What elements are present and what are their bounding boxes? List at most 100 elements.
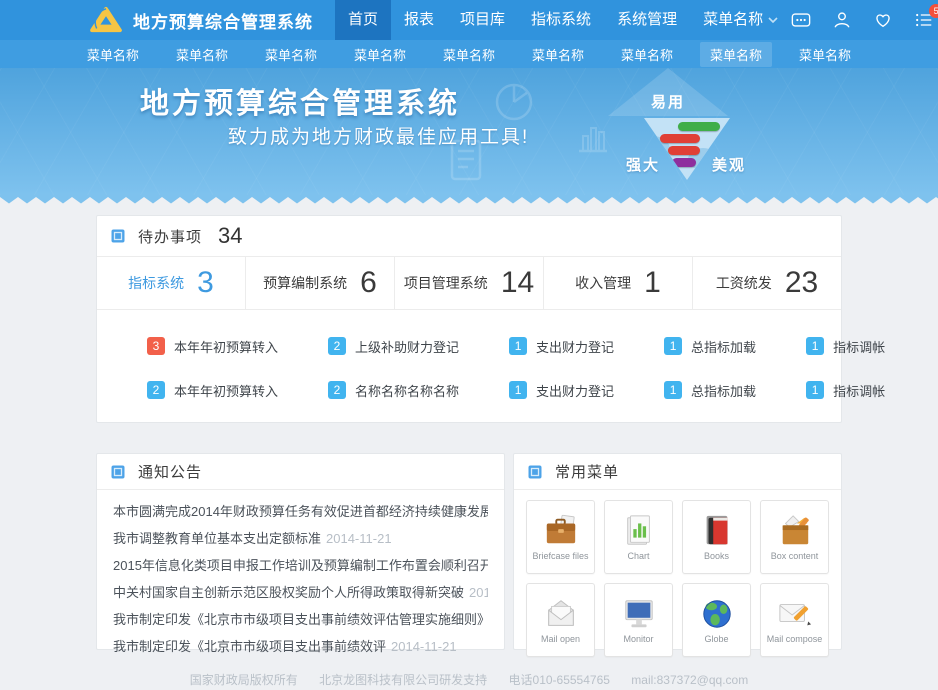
- footer-phone: 电话010-65554765: [509, 673, 610, 687]
- notice-date: 2014-11-21: [469, 585, 488, 600]
- notice-list: 本市圆满完成2014年财政预算任务有效促进首都经济持续健康发展2015-01-0…: [97, 490, 504, 660]
- count-badge: 1: [806, 381, 824, 399]
- subnav-item-1[interactable]: 菜单名称: [77, 42, 149, 67]
- tab-project-management[interactable]: 项目管理系统14: [395, 257, 544, 309]
- panel-window-icon: [528, 465, 542, 479]
- tab-budget-compile[interactable]: 预算编制系统6: [246, 257, 395, 309]
- todo-title: 待办事项: [138, 226, 202, 247]
- count-badge: 2: [328, 337, 346, 355]
- notice-item[interactable]: 我市制定印发《北京市市级项目支出事前绩效评估管理实施细则》2014-11-21: [113, 606, 488, 633]
- todo-item[interactable]: 3本年年初预算转入: [97, 324, 278, 368]
- count-badge: 1: [664, 337, 682, 355]
- books-icon: [698, 514, 736, 548]
- chevron-down-icon: [768, 17, 778, 23]
- todo-panel-header: 待办事项 34: [97, 216, 841, 257]
- notice-item[interactable]: 我市调整教育单位基本支出定额标准2014-11-21: [113, 525, 488, 552]
- count-badge: 1: [509, 381, 527, 399]
- top-icon-group: 5: [791, 10, 938, 30]
- nav-item-home[interactable]: 首页: [335, 0, 391, 40]
- panel-window-icon: [111, 465, 125, 479]
- app-logo-icon: [89, 6, 123, 34]
- footer-copyright: 国家财政局版权所有: [190, 673, 298, 687]
- subnav-item-7[interactable]: 菜单名称: [611, 42, 683, 67]
- subnav-item-2[interactable]: 菜单名称: [166, 42, 238, 67]
- todo-panel: 待办事项 34 指标系统3 预算编制系统6 项目管理系统14 收入管理1 工资统…: [96, 215, 842, 423]
- nav-item-reports[interactable]: 报表: [391, 0, 447, 40]
- todo-item[interactable]: 1支出财力登记: [459, 324, 614, 368]
- todo-row-2: 2本年年初预算转入 2名称名称名称名称 1支出财力登记 1总指标加载 1指标调帐: [97, 368, 841, 412]
- hero-banner: 地方预算综合管理系统 致力成为地方财政最佳应用工具! 易用 强大 美观: [0, 68, 938, 195]
- footer-mail: mail:837372@qq.com: [631, 673, 748, 687]
- menu-item-mail-open[interactable]: Mail open: [526, 583, 595, 657]
- heart-icon[interactable]: [873, 10, 893, 30]
- subnav-item-8[interactable]: 菜单名称: [700, 42, 772, 67]
- count-badge: 3: [147, 337, 165, 355]
- notice-item[interactable]: 2015年信息化类项目申报工作培训及预算编制工作布置会顺利召开2014-11-2…: [113, 552, 488, 579]
- globe-icon: [698, 597, 736, 631]
- todo-row-1: 3本年年初预算转入 2上级补助财力登记 1支出财力登记 1总指标加载 1指标调帐: [97, 324, 841, 368]
- count-badge: 2: [328, 381, 346, 399]
- todo-tabs: 指标系统3 预算编制系统6 项目管理系统14 收入管理1 工资统发23: [97, 257, 841, 310]
- tab-salary-dispatch[interactable]: 工资统发23: [693, 257, 841, 309]
- todo-item[interactable]: 1指标调帐: [756, 324, 885, 368]
- common-menu-panel: 常用菜单 Briefcase files: [513, 453, 842, 650]
- count-badge: 1: [806, 337, 824, 355]
- todo-item[interactable]: 2本年年初预算转入: [97, 368, 278, 412]
- hero-subtitle: 致力成为地方财政最佳应用工具!: [228, 122, 529, 149]
- todo-item[interactable]: 1指标调帐: [756, 368, 885, 412]
- menu-item-globe[interactable]: Globe: [682, 583, 751, 657]
- bottom-panels: 通知公告 本市圆满完成2014年财政预算任务有效促进首都经济持续健康发展2015…: [96, 453, 842, 650]
- footer-support: 北京龙图科技有限公司研发支持: [319, 673, 487, 687]
- menu-item-mail-compose[interactable]: Mail compose: [760, 583, 829, 657]
- feature-triangle-easy: 易用: [608, 68, 728, 116]
- todo-item[interactable]: 2名称名称名称名称: [278, 368, 459, 412]
- nav-item-system[interactable]: 系统管理: [604, 0, 690, 40]
- todo-item-rows: 3本年年初预算转入 2上级补助财力登记 1支出财力登记 1总指标加载 1指标调帐…: [97, 310, 841, 422]
- menu-item-chart[interactable]: Chart: [604, 500, 673, 574]
- todo-item[interactable]: 1总指标加载: [614, 368, 756, 412]
- menu-panel-header: 常用菜单: [514, 454, 841, 490]
- subnav-item-5[interactable]: 菜单名称: [433, 42, 505, 67]
- menu-item-monitor[interactable]: Monitor: [604, 583, 673, 657]
- notice-item[interactable]: 我市制定印发《北京市市级项目支出事前绩效评2014-11-21: [113, 633, 488, 660]
- notice-panel-header: 通知公告: [97, 454, 504, 490]
- feature-label-beautiful: 美观: [697, 154, 761, 175]
- feature-label-easy: 易用: [651, 91, 685, 116]
- mail-open-icon: [542, 597, 580, 631]
- monitor-icon: [620, 597, 658, 631]
- briefcase-icon: [542, 514, 580, 548]
- subnav-item-4[interactable]: 菜单名称: [344, 42, 416, 67]
- nav-item-menu[interactable]: 菜单名称: [690, 0, 791, 40]
- notice-item[interactable]: 中关村国家自主创新示范区股权奖励个人所得政策取得新突破2014-11-21: [113, 579, 488, 606]
- chart-icon: [620, 514, 658, 548]
- secondary-nav: 菜单名称 菜单名称 菜单名称 菜单名称 菜单名称 菜单名称 菜单名称 菜单名称 …: [0, 40, 938, 68]
- box-content-icon: [776, 514, 814, 548]
- count-badge: 1: [664, 381, 682, 399]
- user-icon[interactable]: [832, 10, 852, 30]
- count-badge: 1: [509, 337, 527, 355]
- panel-window-icon: [111, 229, 125, 243]
- tab-indicator-system[interactable]: 指标系统3: [97, 257, 246, 309]
- menu-item-books[interactable]: Books: [682, 500, 751, 574]
- menu-item-box-content[interactable]: Box content: [760, 500, 829, 574]
- top-navbar: 地方预算综合管理系统 首页 报表 项目库 指标系统 系统管理 菜单名称: [0, 0, 938, 40]
- tab-income-management[interactable]: 收入管理1: [544, 257, 693, 309]
- keyboard-icon[interactable]: [791, 10, 811, 30]
- todo-total: 34: [218, 223, 242, 249]
- nav-item-indicators[interactable]: 指标系统: [518, 0, 604, 40]
- list-icon[interactable]: 5: [914, 10, 934, 30]
- menu-item-briefcase-files[interactable]: Briefcase files: [526, 500, 595, 574]
- hero-title: 地方预算综合管理系统: [140, 80, 460, 122]
- notice-date: 2014-11-21: [391, 639, 457, 654]
- subnav-item-6[interactable]: 菜单名称: [522, 42, 594, 67]
- subnav-item-9[interactable]: 菜单名称: [789, 42, 861, 67]
- todo-item[interactable]: 1支出财力登记: [459, 368, 614, 412]
- todo-item[interactable]: 2上级补助财力登记: [278, 324, 459, 368]
- pie-chart-decor-icon: [492, 80, 536, 124]
- count-badge: 2: [147, 381, 165, 399]
- menu-title: 常用菜单: [555, 461, 619, 482]
- subnav-item-3[interactable]: 菜单名称: [255, 42, 327, 67]
- nav-item-projects[interactable]: 项目库: [447, 0, 518, 40]
- notice-item[interactable]: 本市圆满完成2014年财政预算任务有效促进首都经济持续健康发展2015-01-0…: [113, 498, 488, 525]
- todo-item[interactable]: 1总指标加载: [614, 324, 756, 368]
